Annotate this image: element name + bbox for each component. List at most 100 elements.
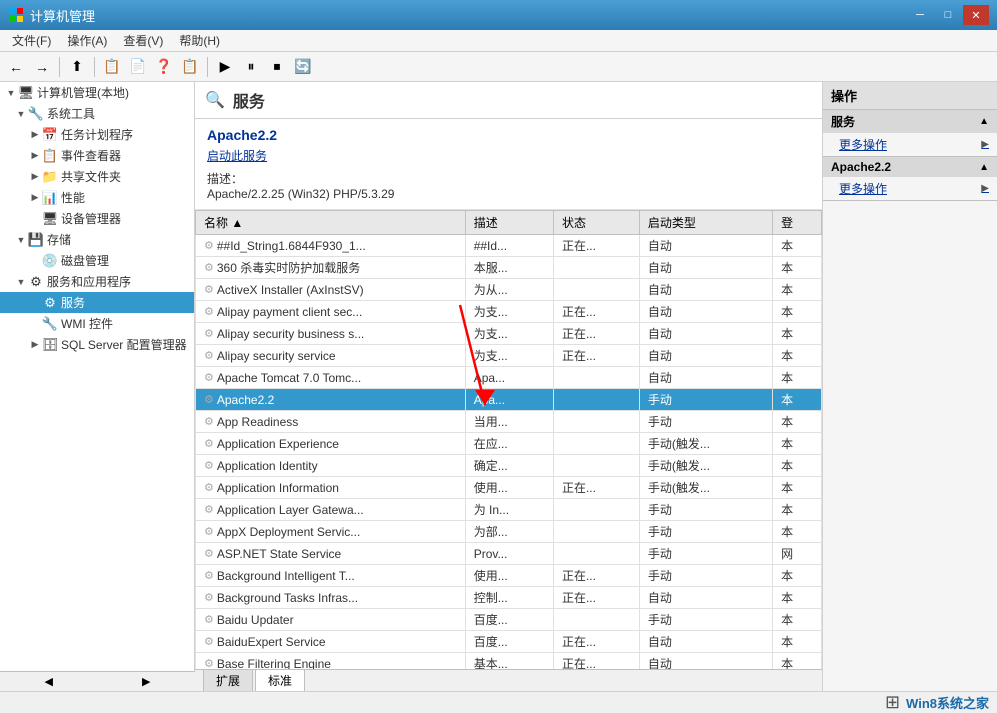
- cell-status: [553, 499, 639, 521]
- performance-icon: 📊: [42, 190, 58, 206]
- cell-start-type: 手动(触发...: [639, 477, 772, 499]
- cell-login: 本: [773, 279, 822, 301]
- up-button[interactable]: ⬆: [65, 55, 89, 79]
- cell-status: [553, 257, 639, 279]
- table-row[interactable]: ⚙Background Intelligent T...使用...正在...手动…: [196, 565, 822, 587]
- tree-sql-server[interactable]: ▶ 🗄 SQL Server 配置管理器: [0, 334, 194, 355]
- center-panel: 🔍 服务 Apache2.2 启动此服务 描述： Apache/2.2.25 (…: [195, 82, 822, 691]
- table-row[interactable]: ⚙360 杀毒实时防护加载服务本服...自动本: [196, 257, 822, 279]
- tree-services-apps[interactable]: ▼ ⚙ 服务和应用程序: [0, 271, 194, 292]
- tree-services[interactable]: ⚙ 服务: [0, 292, 194, 313]
- start-service-link[interactable]: 启动此服务: [207, 149, 267, 163]
- start-button[interactable]: ▶: [213, 55, 237, 79]
- help-button[interactable]: ❓: [152, 55, 176, 79]
- cell-login: 网: [773, 543, 822, 565]
- tree-shared-folders[interactable]: ▶ 📁 共享文件夹: [0, 166, 194, 187]
- table-row[interactable]: ⚙Apache2.2Apa...手动本: [196, 389, 822, 411]
- export-button[interactable]: 📋: [178, 55, 202, 79]
- cell-status: [553, 279, 639, 301]
- cell-desc: 使用...: [465, 477, 553, 499]
- close-button[interactable]: ✕: [963, 5, 989, 25]
- col-login[interactable]: 登: [773, 211, 822, 235]
- system-tools-arrow: ▼: [14, 107, 28, 121]
- tree-device-manager[interactable]: 🖥 设备管理器: [0, 208, 194, 229]
- left-back-button[interactable]: ◀: [0, 672, 98, 691]
- task-scheduler-label: 任务计划程序: [61, 126, 133, 143]
- table-row[interactable]: ⚙Application Experience在应...手动(触发...本: [196, 433, 822, 455]
- table-row[interactable]: ⚙Base Filtering Engine基本...正在...自动本: [196, 653, 822, 670]
- services-arrow: [28, 296, 42, 310]
- back-button[interactable]: ←: [4, 55, 28, 79]
- cell-desc: 百度...: [465, 609, 553, 631]
- table-row[interactable]: ⚙AppX Deployment Servic...为部...手动本: [196, 521, 822, 543]
- cell-status: 正在...: [553, 653, 639, 670]
- forward-button[interactable]: →: [30, 55, 54, 79]
- col-desc[interactable]: 描述: [465, 211, 553, 235]
- cell-status: [553, 367, 639, 389]
- minimize-button[interactable]: ─: [907, 5, 933, 25]
- cell-login: 本: [773, 411, 822, 433]
- table-row[interactable]: ⚙##Id_String1.6844F930_1...##Id...正在...自…: [196, 235, 822, 257]
- table-row[interactable]: ⚙App Readiness当用...手动本: [196, 411, 822, 433]
- tree-disk-management[interactable]: 💿 磁盘管理: [0, 250, 194, 271]
- sql-label: SQL Server 配置管理器: [61, 336, 187, 353]
- menu-help[interactable]: 帮助(H): [171, 30, 228, 51]
- table-row[interactable]: ⚙Apache Tomcat 7.0 Tomc...Apa...自动本: [196, 367, 822, 389]
- table-row[interactable]: ⚙Background Tasks Infras...控制...正在...自动本: [196, 587, 822, 609]
- table-row[interactable]: ⚙Alipay payment client sec...为支...正在...自…: [196, 301, 822, 323]
- table-row[interactable]: ⚙BaiduExpert Service百度...正在...自动本: [196, 631, 822, 653]
- properties-button[interactable]: 📄: [126, 55, 150, 79]
- tree-event-viewer[interactable]: ▶ 📋 事件查看器: [0, 145, 194, 166]
- services-apps-arrow: ▼: [14, 275, 28, 289]
- table-row[interactable]: ⚙ActiveX Installer (AxInstSV)为从...自动本: [196, 279, 822, 301]
- more-actions-services[interactable]: 更多操作 ▶: [823, 133, 997, 156]
- table-row[interactable]: ⚙Baidu Updater百度...手动本: [196, 609, 822, 631]
- restart-button[interactable]: 🔄: [291, 55, 315, 79]
- table-row[interactable]: ⚙Alipay security service为支...正在...自动本: [196, 345, 822, 367]
- tab-standard[interactable]: 标准: [255, 669, 305, 691]
- left-forward-button[interactable]: ▶: [98, 672, 196, 691]
- title-controls: ─ □ ✕: [907, 5, 989, 25]
- cell-start-type: 自动: [639, 323, 772, 345]
- col-status[interactable]: 状态: [553, 211, 639, 235]
- table-row[interactable]: ⚙Alipay security business s...为支...正在...…: [196, 323, 822, 345]
- menu-view[interactable]: 查看(V): [115, 30, 171, 51]
- more-actions-apache[interactable]: 更多操作 ▶: [823, 177, 997, 200]
- show-hide-button[interactable]: 📋: [100, 55, 124, 79]
- cell-start-type: 手动: [639, 609, 772, 631]
- cell-start-type: 手动: [639, 521, 772, 543]
- cell-name: ⚙Application Layer Gatewa...: [196, 499, 466, 521]
- window-title: 计算机管理: [30, 6, 95, 25]
- tab-expand[interactable]: 扩展: [203, 669, 253, 691]
- col-name[interactable]: 名称 ▲: [196, 211, 466, 235]
- cell-name: ⚙Application Information: [196, 477, 466, 499]
- left-panel: ▼ 🖥 计算机管理(本地) ▼ 🔧 系统工具 ▶ 📅 任务计划程序 ▶ 📋 事件…: [0, 82, 195, 691]
- maximize-button[interactable]: □: [935, 5, 961, 25]
- service-table-container[interactable]: 名称 ▲ 描述 状态 启动类型 登 ⚙##Id_String1.6844F930…: [195, 210, 822, 669]
- toolbar-sep-3: [207, 57, 208, 77]
- cell-status: 正在...: [553, 587, 639, 609]
- service-search-icon: 🔍: [205, 90, 225, 110]
- menu-action[interactable]: 操作(A): [59, 30, 115, 51]
- table-row[interactable]: ⚙Application Layer Gatewa...为 In...手动本: [196, 499, 822, 521]
- tree-root[interactable]: ▼ 🖥 计算机管理(本地): [0, 82, 194, 103]
- cell-status: [553, 521, 639, 543]
- tree-wmi[interactable]: 🔧 WMI 控件: [0, 313, 194, 334]
- toolbar-sep-1: [59, 57, 60, 77]
- cell-login: 本: [773, 301, 822, 323]
- apache-section-label: Apache2.2: [831, 160, 891, 174]
- cell-login: 本: [773, 235, 822, 257]
- tree-task-scheduler[interactable]: ▶ 📅 任务计划程序: [0, 124, 194, 145]
- table-row[interactable]: ⚙Application Identity确定...手动(触发...本: [196, 455, 822, 477]
- menu-file[interactable]: 文件(F): [4, 30, 59, 51]
- table-row[interactable]: ⚙Application Information使用...正在...手动(触发.…: [196, 477, 822, 499]
- table-row[interactable]: ⚙ASP.NET State ServiceProv...手动网: [196, 543, 822, 565]
- more-actions-services-label: 更多操作: [839, 136, 887, 153]
- col-start-type[interactable]: 启动类型: [639, 211, 772, 235]
- service-table-body: ⚙##Id_String1.6844F930_1...##Id...正在...自…: [196, 235, 822, 670]
- tree-system-tools[interactable]: ▼ 🔧 系统工具: [0, 103, 194, 124]
- stop-button[interactable]: ⏹: [265, 55, 289, 79]
- pause-button[interactable]: ⏸: [239, 55, 263, 79]
- tree-performance[interactable]: ▶ 📊 性能: [0, 187, 194, 208]
- tree-storage[interactable]: ▼ 💾 存储: [0, 229, 194, 250]
